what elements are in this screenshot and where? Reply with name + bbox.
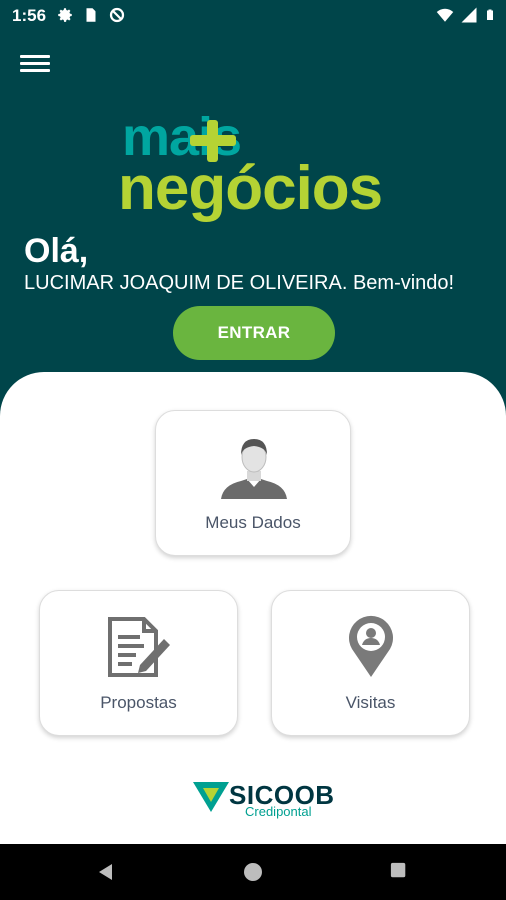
sicoob-subtitle: Credipontal bbox=[245, 804, 312, 819]
recents-icon[interactable] bbox=[390, 862, 408, 880]
card-propostas-label: Propostas bbox=[100, 693, 177, 712]
card-meus-dados-label: Meus Dados bbox=[205, 513, 301, 532]
no-disturb-icon bbox=[109, 7, 125, 23]
document-pen-icon bbox=[108, 617, 170, 677]
status-bar: 1:56 bbox=[0, 0, 506, 32]
system-nav-bar bbox=[0, 844, 506, 900]
back-icon[interactable] bbox=[96, 862, 116, 882]
sicoob-logo: SICOOB Credipontal bbox=[193, 778, 334, 824]
enter-button[interactable]: ENTRAR bbox=[173, 306, 335, 360]
user-avatar-icon bbox=[221, 439, 287, 499]
card-propostas[interactable]: Propostas bbox=[39, 590, 238, 736]
greeting-title: Olá, bbox=[24, 232, 89, 270]
sicoob-logo-mark bbox=[193, 782, 229, 812]
card-visitas-label: Visitas bbox=[345, 693, 396, 712]
welcome-message: LUCIMAR JOAQUIM DE OLIVEIRA. Bem-vindo! bbox=[24, 272, 455, 294]
wifi-icon bbox=[436, 8, 454, 22]
signal-icon bbox=[461, 7, 477, 23]
card-visitas[interactable]: Visitas bbox=[271, 590, 470, 736]
logo-negocios: negócios bbox=[118, 154, 383, 223]
card-meus-dados[interactable]: Meus Dados bbox=[155, 410, 351, 556]
sim-card-icon bbox=[86, 8, 96, 22]
hamburger-menu-icon[interactable] bbox=[20, 52, 50, 78]
mais-negocios-logo: mais negócios bbox=[118, 110, 398, 225]
battery-icon bbox=[487, 9, 493, 20]
home-icon[interactable] bbox=[243, 862, 263, 882]
gear-icon bbox=[58, 8, 72, 22]
status-time: 1:56 bbox=[12, 6, 47, 25]
location-pin-icon bbox=[349, 615, 393, 677]
